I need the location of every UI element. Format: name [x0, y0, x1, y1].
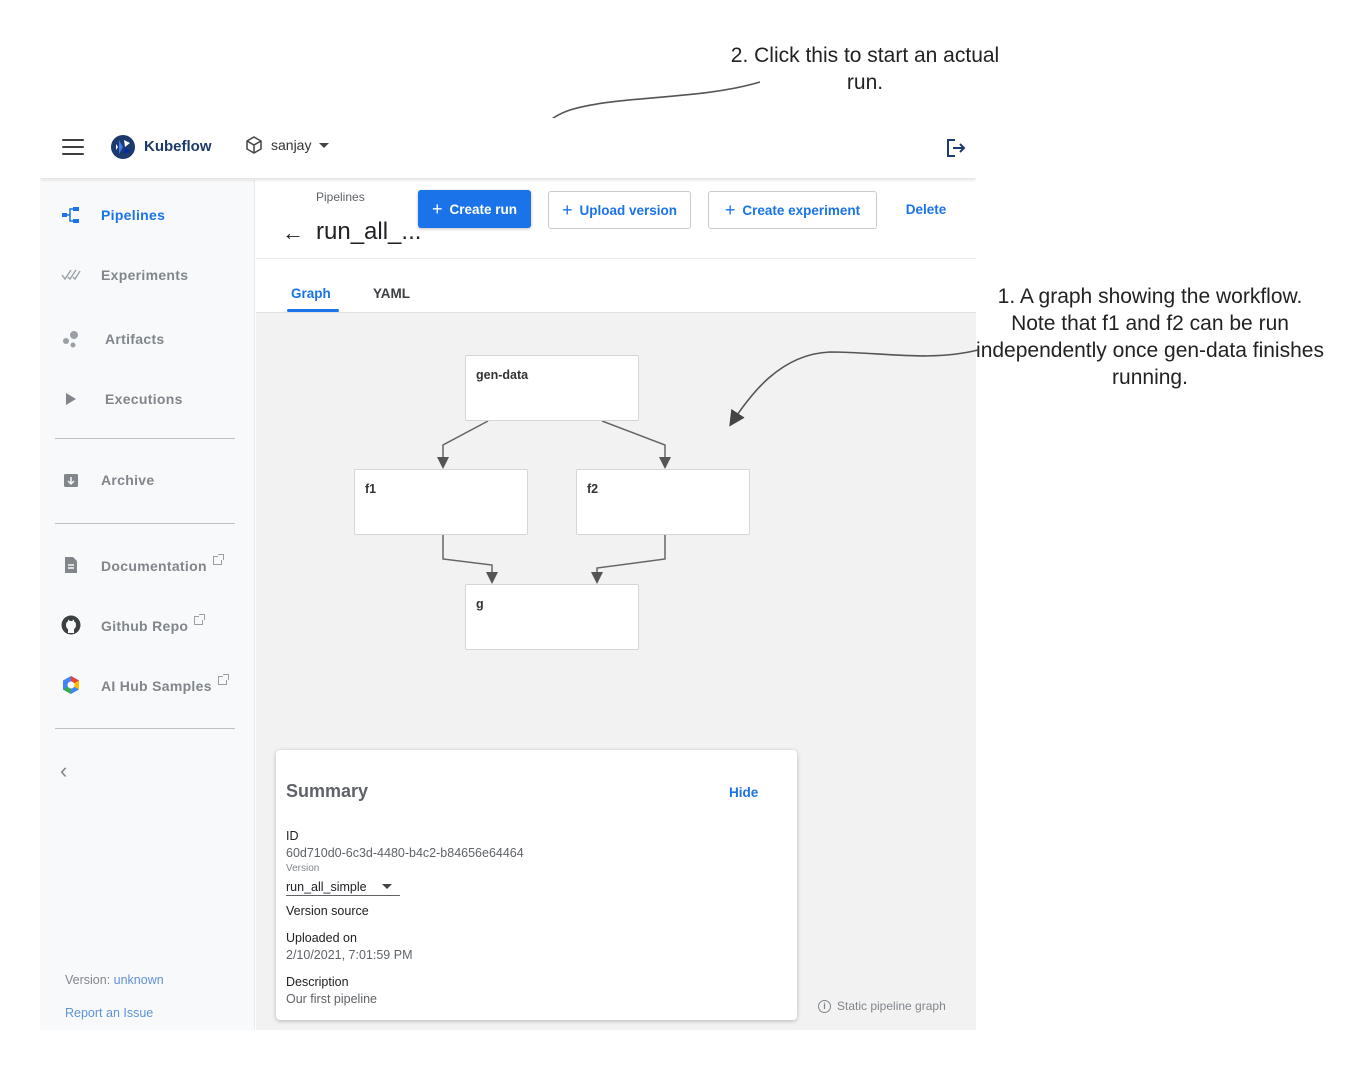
description-value: Our first pipeline: [286, 992, 378, 1006]
graph-node-g[interactable]: g: [465, 584, 639, 650]
static-graph-label: Static pipeline graph: [837, 999, 946, 1013]
plus-icon: +: [724, 200, 736, 220]
chevron-down-icon: [319, 142, 330, 148]
plus-icon: +: [561, 200, 573, 220]
upload-version-button[interactable]: + Upload version: [548, 191, 691, 229]
description-label: Description: [286, 975, 349, 989]
sidebar-item-artifacts[interactable]: Artifacts: [40, 319, 255, 359]
sidebar: Pipelines Experiments Artifacts Executio…: [40, 180, 255, 1030]
create-run-button[interactable]: + Create run: [418, 190, 531, 228]
create-experiment-button[interactable]: + Create experiment: [708, 191, 877, 229]
sidebar-item-label: Artifacts: [105, 331, 165, 347]
brand-name: Kubeflow: [144, 138, 212, 155]
sidebar-item-label: AI Hub Samples: [101, 674, 229, 694]
github-icon: [60, 614, 82, 636]
pipeline-graph: gen-data f1 f2 g Summary Hide ID 60d710d…: [256, 313, 976, 1030]
tab-yaml[interactable]: YAML: [373, 286, 410, 301]
node-label: f1: [365, 482, 377, 496]
edge-gen-data-f2: [601, 420, 671, 469]
uploaded-on-value: 2/10/2021, 7:01:59 PM: [286, 948, 413, 962]
kubeflow-app: Kubeflow sanjay Pipelines Experiments Ar…: [40, 118, 976, 1030]
logout-icon[interactable]: [944, 136, 968, 160]
uploaded-on-label: Uploaded on: [286, 931, 357, 945]
summary-title: Summary: [286, 781, 369, 801]
tab-graph[interactable]: Graph: [291, 286, 331, 301]
graph-node-f1[interactable]: f1: [354, 469, 528, 535]
sidebar-item-pipelines[interactable]: Pipelines: [40, 195, 255, 235]
menu-icon[interactable]: [62, 139, 84, 155]
report-issue-link[interactable]: Report an Issue: [65, 1006, 153, 1020]
static-graph-note: i Static pipeline graph: [818, 999, 946, 1013]
top-bar: Kubeflow sanjay: [40, 118, 976, 178]
sidebar-divider: [55, 523, 235, 524]
edge-gen-data-f1: [437, 420, 489, 469]
sidebar-item-label: Documentation: [101, 554, 224, 574]
external-link-icon: [212, 554, 224, 565]
main-content: Pipelines ← run_all_... + Create run + Upl…: [256, 180, 976, 1030]
external-link-icon: [194, 614, 206, 625]
graph-node-f2[interactable]: f2: [576, 469, 750, 535]
sidebar-item-archive[interactable]: Archive: [40, 460, 255, 500]
version-info: Version: unknown: [65, 973, 164, 987]
version-select[interactable]: run_all_simple: [286, 878, 400, 896]
breadcrumb[interactable]: Pipelines: [316, 190, 365, 204]
header-divider: [256, 258, 976, 259]
id-value: 60d710d0-6c3d-4480-b4c2-b84656e64464: [286, 846, 524, 860]
namespace-name: sanjay: [271, 137, 312, 153]
info-icon: i: [818, 999, 831, 1013]
play-icon: [60, 388, 82, 410]
sidebar-item-github-repo[interactable]: Github Repo: [40, 605, 255, 645]
chevron-down-icon: [382, 884, 392, 889]
annotation-graph: 1. A graph showing the workflow. Note th…: [976, 285, 1324, 389]
version-source-label: Version source: [286, 904, 369, 918]
collapse-sidebar-icon[interactable]: ‹: [60, 758, 67, 784]
node-label: gen-data: [476, 368, 529, 382]
version-value: run_all_simple: [286, 880, 367, 894]
namespace-cube-icon: [246, 136, 262, 154]
sidebar-item-label: Experiments: [101, 267, 189, 283]
version-label: Version:: [65, 973, 111, 987]
archive-icon: [60, 469, 82, 491]
back-arrow-icon[interactable]: ←: [282, 220, 304, 246]
version-value[interactable]: unknown: [114, 973, 164, 987]
sidebar-item-label: Github Repo: [101, 614, 206, 634]
sidebar-item-experiments[interactable]: Experiments: [40, 255, 255, 295]
node-label: f2: [587, 482, 599, 496]
artifacts-icon: [60, 328, 82, 350]
sidebar-divider: [55, 728, 235, 729]
experiments-icon: [60, 264, 82, 286]
edge-f1-g: [442, 535, 498, 584]
node-label: g: [476, 597, 484, 611]
kubeflow-logo: [111, 135, 135, 159]
sidebar-divider: [55, 438, 235, 439]
summary-card: Summary Hide ID 60d710d0-6c3d-4480-b4c2-…: [276, 750, 797, 1020]
version-label: Version: [286, 863, 320, 874]
sidebar-item-documentation[interactable]: Documentation: [40, 545, 255, 585]
namespace-selector[interactable]: sanjay: [245, 136, 330, 154]
edge-f2-g: [591, 535, 666, 584]
sidebar-item-ai-hub-samples[interactable]: AI Hub Samples: [40, 665, 255, 705]
annotation-create-run: 2. Click this to start an actual run.: [730, 44, 1000, 94]
sidebar-item-executions[interactable]: Executions: [40, 379, 255, 419]
id-label: ID: [286, 829, 299, 843]
pipelines-icon: [60, 204, 82, 226]
sidebar-item-label: Archive: [101, 472, 155, 488]
external-link-icon: [217, 674, 229, 685]
ai-hub-icon: [60, 674, 82, 696]
sidebar-item-label: Pipelines: [101, 207, 166, 223]
page-title: run_all_...: [316, 218, 422, 245]
hide-summary-button[interactable]: Hide: [729, 785, 758, 800]
plus-icon: +: [431, 199, 443, 219]
sidebar-item-label: Executions: [105, 391, 183, 407]
delete-button[interactable]: Delete: [894, 190, 958, 228]
document-icon: [60, 554, 82, 576]
graph-node-gen-data[interactable]: gen-data: [465, 355, 639, 421]
